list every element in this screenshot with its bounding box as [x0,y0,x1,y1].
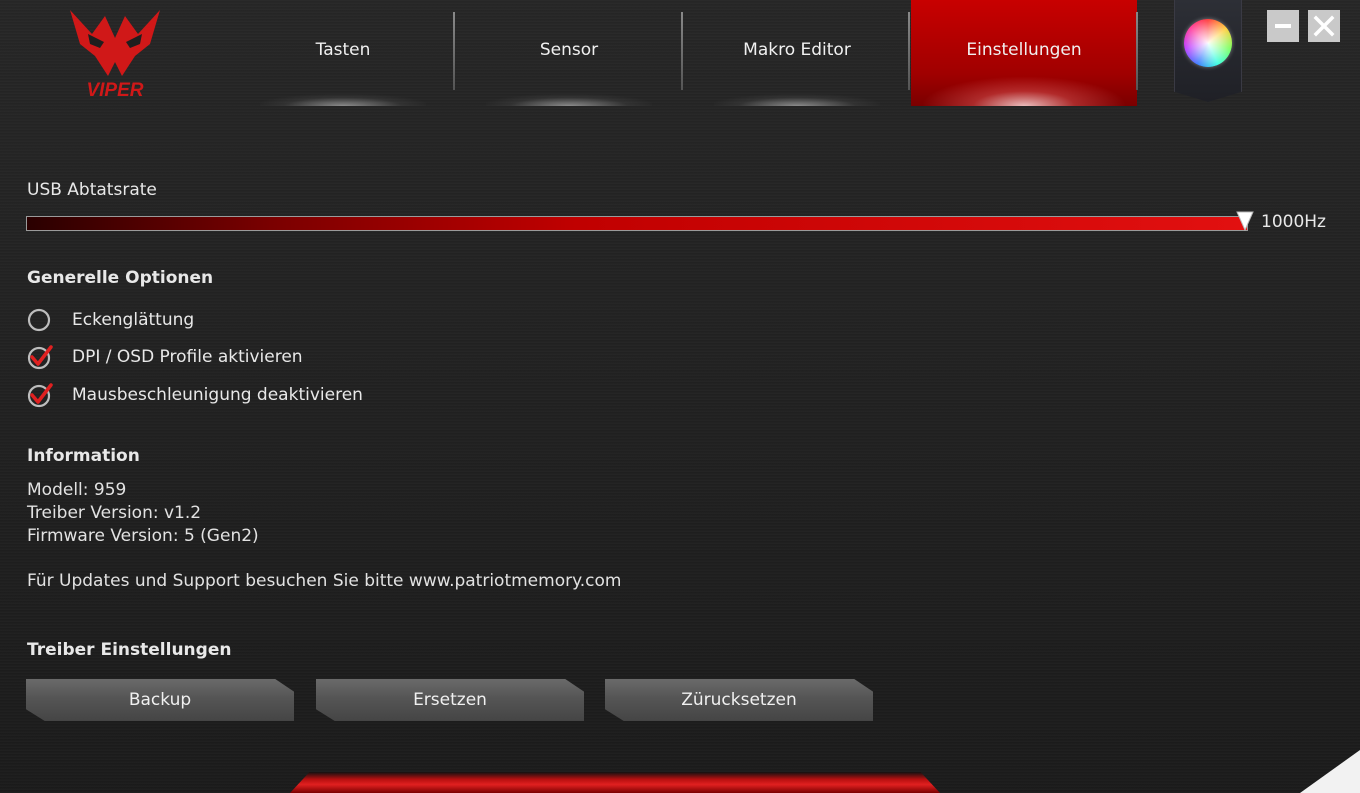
option-eckenglaettung[interactable]: Eckenglättung [26,306,194,334]
tab-einstellungen[interactable]: Einstellungen [911,0,1137,106]
minimize-button[interactable] [1267,10,1299,42]
color-wheel-icon [1184,19,1232,67]
tab-sensor[interactable]: Sensor [456,0,682,106]
option-dpi-osd-profile[interactable]: DPI / OSD Profile aktivieren [26,343,303,371]
tab-separator [681,12,683,90]
tab-separator [908,12,910,90]
tab-makro-editor[interactable]: Makro Editor [684,0,910,106]
model-info: Modell: 959 [27,480,127,500]
driver-version-info: Treiber Version: v1.2 [27,503,202,523]
usb-rate-value: 1000Hz [1261,212,1326,232]
tab-glow [714,94,880,106]
option-label: DPI / OSD Profile aktivieren [72,347,303,367]
support-text: Für Updates und Support besuchen Sie bit… [27,571,622,591]
lighting-color-button[interactable] [1174,0,1242,102]
viper-logo: VIPER [60,4,170,101]
checkbox-checked-icon[interactable] [26,381,54,409]
reset-button[interactable]: Zürucksetzen [605,679,873,721]
tab-label: Sensor [539,40,599,60]
general-options-heading: Generelle Optionen [27,268,214,288]
backup-button[interactable]: Backup [26,679,294,721]
resize-corner[interactable] [1300,750,1360,793]
tab-glow [921,76,1127,106]
tab-separator [453,12,455,90]
tab-label: Einstellungen [966,40,1082,60]
driver-settings-heading: Treiber Einstellungen [27,640,232,660]
usb-rate-slider-thumb[interactable] [1236,211,1254,231]
tab-label: Tasten [315,40,371,60]
usb-rate-slider[interactable] [26,216,1248,231]
tab-glow [486,94,652,106]
logo-text: VIPER [86,80,143,100]
tab-tasten[interactable]: Tasten [230,0,456,106]
checkbox-unchecked-icon[interactable] [26,306,54,334]
tab-glow [260,94,426,106]
close-icon [1313,15,1335,37]
bottom-accent-bar [290,772,940,793]
tab-label: Makro Editor [743,40,851,60]
information-heading: Information [27,446,140,466]
option-label: Eckenglättung [72,310,195,330]
option-label: Mausbeschleunigung deaktivieren [72,385,363,405]
usb-rate-label: USB Abtatsrate [27,180,157,200]
checkbox-checked-icon[interactable] [26,343,54,371]
replace-button[interactable]: Ersetzen [316,679,584,721]
usb-rate-slider-fill [27,217,1247,230]
firmware-version-info: Firmware Version: 5 (Gen2) [27,526,259,546]
option-mausbeschleunigung[interactable]: Mausbeschleunigung deaktivieren [26,381,363,409]
close-button[interactable] [1308,10,1340,42]
minimize-icon [1275,24,1291,28]
tab-separator [1136,12,1138,90]
